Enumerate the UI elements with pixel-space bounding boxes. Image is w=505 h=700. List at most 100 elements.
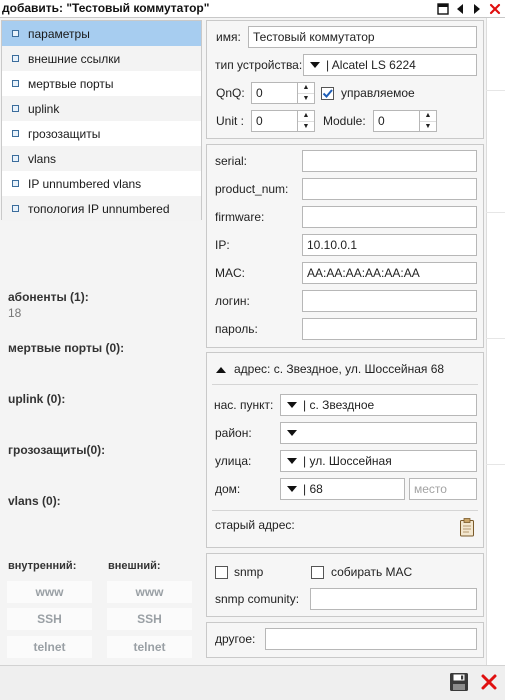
- spin-up-icon[interactable]: ▲: [298, 83, 314, 94]
- menu-item-dead-ports[interactable]: мертвые порты: [2, 71, 201, 96]
- serial-label: serial:: [215, 154, 248, 168]
- house-select[interactable]: | 68: [280, 478, 405, 500]
- qnq-label: QnQ:: [216, 86, 245, 100]
- menu-item-vlans[interactable]: vlans: [2, 146, 201, 171]
- unit-stepper[interactable]: 0 ▲ ▼: [251, 110, 315, 132]
- login-input[interactable]: [302, 290, 477, 312]
- bullet-icon: [12, 55, 19, 62]
- unit-spin-buttons[interactable]: ▲ ▼: [297, 111, 314, 131]
- street-label: улица:: [215, 454, 252, 468]
- menu-item-ip-unnumbered-topology[interactable]: топология IP unnumbered: [2, 196, 201, 221]
- grid-line: [486, 212, 505, 213]
- mac-input[interactable]: AA:AA:AA:AA:AA:AA: [302, 262, 477, 284]
- spin-down-icon[interactable]: ▼: [298, 122, 314, 132]
- other-input[interactable]: [265, 628, 477, 650]
- snmp-label: snmp: [234, 565, 264, 579]
- external-ssh-button[interactable]: SSH: [107, 608, 192, 630]
- menu-item-lightning-protection[interactable]: грозозащиты: [2, 121, 201, 146]
- window-title: добавить: "Тестовый коммутатор": [2, 1, 210, 15]
- managed-label: управляемое: [341, 86, 415, 100]
- chevron-down-icon: [287, 402, 297, 409]
- module-spin-buttons[interactable]: ▲ ▼: [419, 111, 436, 131]
- place-input[interactable]: место: [409, 478, 477, 500]
- dialog-footer: [0, 665, 505, 700]
- device-type-label: тип устройства:: [215, 58, 303, 72]
- bullet-icon: [12, 180, 19, 187]
- window-titlebar: добавить: "Тестовый коммутатор": [0, 0, 505, 18]
- snmp-checkbox[interactable]: [215, 566, 228, 579]
- subscribers-label: абоненты (1):: [8, 290, 89, 304]
- bullet-icon: [12, 155, 19, 162]
- managed-checkbox[interactable]: [321, 87, 334, 100]
- qnq-spin-buttons[interactable]: ▲ ▼: [297, 83, 314, 103]
- old-address-label: старый адрес:: [215, 518, 295, 532]
- firmware-input[interactable]: [302, 206, 477, 228]
- section-menu: параметры внешние ссылки мертвые порты u…: [1, 20, 202, 221]
- password-label: пароль:: [215, 322, 258, 336]
- save-icon[interactable]: [449, 672, 469, 692]
- login-label: логин:: [215, 294, 250, 308]
- product-num-label: product_num:: [215, 182, 289, 196]
- dead-ports-label: мертвые порты (0):: [8, 341, 125, 355]
- menu-item-ip-unnumbered-vlans[interactable]: IP unnumbered vlans: [2, 171, 201, 196]
- module-stepper[interactable]: 0 ▲ ▼: [373, 110, 437, 132]
- old-address-divider: [212, 510, 478, 511]
- grid-line: [486, 464, 505, 465]
- menu-item-uplink[interactable]: uplink: [2, 96, 201, 121]
- district-select[interactable]: [280, 422, 477, 444]
- external-header: внешний:: [108, 560, 161, 572]
- name-input[interactable]: Тестовый коммутатор: [248, 26, 477, 48]
- district-label: район:: [215, 426, 252, 440]
- unit-label: Unit :: [216, 114, 245, 128]
- internal-telnet-button[interactable]: telnet: [7, 636, 92, 658]
- grid-line: [486, 338, 505, 339]
- settlement-select[interactable]: | с. Звездное: [280, 394, 477, 416]
- house-label: дом:: [215, 482, 241, 496]
- name-label: имя:: [216, 30, 241, 44]
- menu-item-external-links[interactable]: внешние ссылки: [2, 46, 201, 71]
- next-arrow-icon[interactable]: [470, 2, 483, 15]
- maximize-icon[interactable]: [436, 2, 449, 15]
- mac-label: MAC:: [215, 266, 245, 280]
- settlement-label: нас. пункт:: [214, 398, 274, 412]
- internal-ssh-button[interactable]: SSH: [7, 608, 92, 630]
- qnq-stepper[interactable]: 0 ▲ ▼: [251, 82, 315, 104]
- address-collapse-toggle[interactable]: адрес: с. Звездное, ул. Шоссейная 68: [214, 362, 478, 378]
- bullet-icon: [12, 30, 19, 37]
- lightning-label: грозозащиты(0):: [8, 443, 106, 457]
- spin-down-icon[interactable]: ▼: [298, 94, 314, 104]
- serial-input[interactable]: [302, 150, 477, 172]
- menu-item-parameters[interactable]: параметры: [2, 21, 201, 46]
- uplink-label: uplink (0):: [8, 392, 66, 406]
- dialog-body: параметры внешние ссылки мертвые порты u…: [0, 18, 505, 700]
- spin-down-icon[interactable]: ▼: [420, 122, 436, 132]
- other-label: другое:: [215, 632, 256, 646]
- bullet-icon: [12, 105, 19, 112]
- snmp-community-input[interactable]: [310, 588, 477, 610]
- background-strip: [486, 18, 505, 700]
- street-select[interactable]: | ул. Шоссейная: [280, 450, 477, 472]
- prev-arrow-icon[interactable]: [453, 2, 466, 15]
- external-www-button[interactable]: www: [107, 581, 192, 603]
- chevron-down-icon: [287, 458, 297, 465]
- external-telnet-button[interactable]: telnet: [107, 636, 192, 658]
- chevron-down-icon: [287, 486, 297, 493]
- checkmark-icon: [322, 89, 333, 98]
- password-input[interactable]: [302, 318, 477, 340]
- spin-up-icon[interactable]: ▲: [420, 111, 436, 122]
- internal-www-button[interactable]: www: [7, 581, 92, 603]
- chevron-down-icon: [310, 62, 320, 69]
- collect-mac-checkbox[interactable]: [311, 566, 324, 579]
- grid-line: [486, 90, 505, 91]
- address-divider: [212, 384, 478, 385]
- collapse-up-icon: [216, 367, 226, 373]
- product-num-input[interactable]: [302, 178, 477, 200]
- close-icon[interactable]: [488, 2, 501, 15]
- collect-mac-label: собирать MAC: [331, 565, 413, 579]
- spin-up-icon[interactable]: ▲: [298, 111, 314, 122]
- cancel-icon[interactable]: [480, 673, 498, 691]
- clipboard-icon[interactable]: [459, 518, 475, 537]
- vlans-label: vlans (0):: [8, 494, 61, 508]
- device-type-select[interactable]: | Alcatel LS 6224: [303, 54, 477, 76]
- ip-input[interactable]: 10.10.0.1: [302, 234, 477, 256]
